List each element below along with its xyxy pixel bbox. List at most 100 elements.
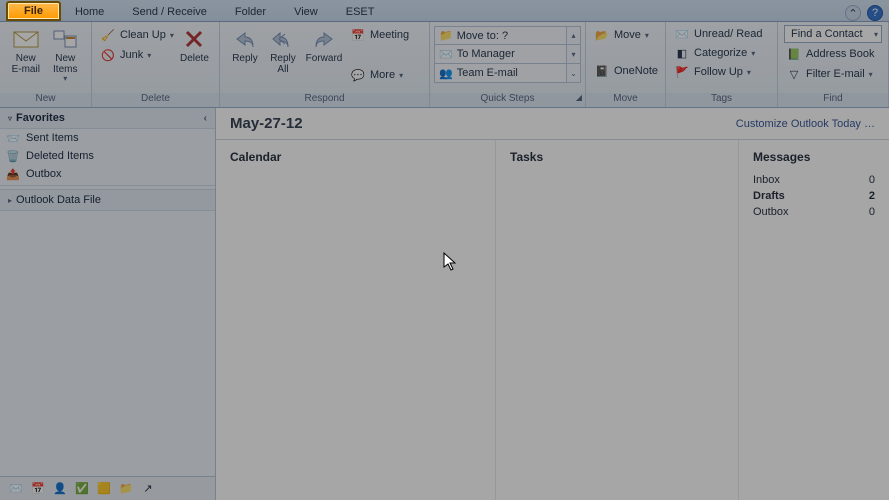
nav-deleted-items[interactable]: 🗑️Deleted Items: [0, 147, 215, 165]
dialog-launcher-icon[interactable]: ◢: [576, 93, 582, 102]
clean-up-button[interactable]: 🧹 Clean Up ▾: [98, 26, 176, 44]
unread-read-label: Unread/ Read: [694, 28, 763, 40]
trash-icon: 🗑️: [6, 149, 20, 163]
onenote-icon: 📓: [594, 63, 610, 79]
contacts-module-icon[interactable]: 👤: [52, 481, 68, 497]
forward-button[interactable]: Forward: [302, 24, 346, 64]
new-email-button[interactable]: NewE-mail: [6, 24, 46, 75]
envelope-icon: [12, 27, 40, 51]
qs-label: Team E-mail: [457, 67, 518, 79]
junk-icon: 🚫: [100, 47, 116, 63]
move-button[interactable]: 📂Move▾: [592, 26, 651, 44]
quick-steps-gallery[interactable]: 📁Move to: ? ✉️ To Manager 👥Team E-mail: [434, 26, 567, 83]
onenote-button[interactable]: 📓OneNote: [592, 62, 660, 80]
categorize-label: Categorize: [694, 47, 747, 59]
broom-icon: 🧹: [100, 27, 116, 43]
tasks-panel: Tasks: [496, 140, 739, 500]
clean-up-label: Clean Up: [120, 29, 166, 41]
collapse-icon[interactable]: ‹: [204, 113, 207, 124]
nav-outbox[interactable]: 📤Outbox: [0, 165, 215, 183]
calendar-module-icon[interactable]: 📅: [30, 481, 46, 497]
help-icon[interactable]: ?: [867, 5, 883, 21]
msg-row-key: Inbox: [753, 174, 861, 186]
tab-send-receive[interactable]: Send / Receive: [118, 3, 221, 21]
unread-read-button[interactable]: ✉️Unread/ Read: [672, 25, 765, 43]
group-respond-label: Respond: [220, 93, 429, 107]
nav-data-file[interactable]: ▸ Outlook Data File: [0, 189, 215, 211]
address-book-button[interactable]: 📗 Address Book: [784, 45, 876, 63]
tab-file[interactable]: File: [6, 1, 61, 21]
app-root: File Home Send / Receive Folder View ESE…: [0, 0, 889, 500]
nav-pane: ▿ Favorites ‹ 📨Sent Items 🗑️Deleted Item…: [0, 108, 216, 500]
junk-button[interactable]: 🚫 Junk ▾: [98, 46, 176, 64]
quick-step-team[interactable]: 👥Team E-mail: [434, 64, 567, 83]
messages-outbox-row[interactable]: Outbox0: [753, 204, 875, 220]
tasks-module-icon[interactable]: ✅: [74, 481, 90, 497]
qs-label: To Manager: [457, 48, 515, 60]
meeting-button[interactable]: 📅Meeting: [348, 26, 411, 44]
messages-drafts-row[interactable]: Drafts2: [753, 188, 875, 204]
nav-sent-items[interactable]: 📨Sent Items: [0, 129, 215, 147]
categorize-button[interactable]: ◧Categorize▾: [672, 44, 757, 62]
address-book-icon: 📗: [786, 46, 802, 62]
msg-row-val: 2: [861, 190, 875, 202]
manager-icon: ✉️: [439, 48, 453, 61]
customize-link[interactable]: Customize Outlook Today …: [736, 118, 875, 130]
find-contact-input[interactable]: Find a Contact: [784, 25, 882, 43]
group-move: 📂Move▾ 📓OneNote Move: [586, 22, 666, 107]
chevron-down-icon: ▾: [747, 68, 751, 77]
delete-button[interactable]: Delete: [176, 24, 213, 64]
group-find: Find a Contact 📗 Address Book ▽ Filter E-m…: [778, 22, 889, 107]
ribbon: NewE-mail NewItems ▾ New 🧹 Clean Up ▾ 🚫 Jun…: [0, 22, 889, 108]
junk-label: Junk: [120, 49, 143, 61]
qs-label: Move to: ?: [457, 30, 508, 42]
msg-row-val: 0: [861, 206, 875, 218]
minimize-ribbon-icon[interactable]: ⌃: [845, 5, 861, 21]
group-move-label: Move: [586, 93, 665, 107]
qs-down-icon[interactable]: ▾: [567, 45, 581, 64]
ribbon-tabs: File Home Send / Receive Folder View ESE…: [0, 0, 889, 22]
calendar-title: Calendar: [230, 150, 481, 164]
chevron-down-icon: ▾: [399, 71, 403, 80]
today-header: May-27-12 Customize Outlook Today …: [216, 108, 889, 140]
more-button[interactable]: 💬More▾: [348, 66, 411, 84]
tab-folder[interactable]: Folder: [221, 3, 280, 21]
reply-button[interactable]: Reply: [226, 24, 264, 64]
folders-module-icon[interactable]: 📁: [118, 481, 134, 497]
quick-step-manager[interactable]: ✉️ To Manager: [434, 45, 567, 64]
quick-step-move[interactable]: 📁Move to: ?: [434, 26, 567, 45]
chevron-down-icon: ▾: [170, 31, 174, 40]
msg-row-key: Outbox: [753, 206, 861, 218]
reply-icon: [231, 27, 259, 51]
quick-steps-scroll[interactable]: ▴ ▾ ⌄: [567, 26, 581, 83]
group-delete-label: Delete: [92, 93, 219, 107]
tab-home[interactable]: Home: [61, 3, 118, 21]
filter-email-label: Filter E-mail: [806, 68, 865, 80]
filter-icon: ▽: [786, 66, 802, 82]
favorites-title: Favorites: [16, 112, 65, 124]
messages-inbox-row[interactable]: Inbox0: [753, 172, 875, 188]
chevron-down-icon: ▾: [645, 31, 649, 40]
follow-up-button[interactable]: 🚩Follow Up▾: [672, 63, 753, 81]
tab-eset[interactable]: ESET: [332, 3, 389, 21]
reply-all-label: ReplyAll: [270, 53, 296, 75]
shortcuts-module-icon[interactable]: ↗: [140, 481, 156, 497]
qs-more-icon[interactable]: ⌄: [567, 64, 581, 83]
address-book-label: Address Book: [806, 48, 874, 60]
tab-view[interactable]: View: [280, 3, 332, 21]
notes-module-icon[interactable]: 🟨: [96, 481, 112, 497]
group-find-label: Find: [778, 93, 888, 107]
nav-item-label: Sent Items: [26, 132, 79, 144]
favorites-header[interactable]: ▿ Favorites ‹: [0, 108, 215, 129]
mail-module-icon[interactable]: ✉️: [8, 481, 24, 497]
group-new: NewE-mail NewItems ▾ New: [0, 22, 92, 107]
chevron-down-icon: ▾: [147, 51, 151, 60]
reply-all-button[interactable]: ReplyAll: [264, 24, 302, 75]
qs-up-icon[interactable]: ▴: [567, 26, 581, 45]
filter-email-button[interactable]: ▽Filter E-mail▾: [784, 65, 875, 83]
more-label: More: [370, 69, 395, 81]
meeting-icon: 📅: [350, 27, 366, 43]
delete-label: Delete: [180, 53, 209, 64]
new-items-button[interactable]: NewItems ▾: [46, 24, 86, 84]
categorize-icon: ◧: [674, 45, 690, 61]
